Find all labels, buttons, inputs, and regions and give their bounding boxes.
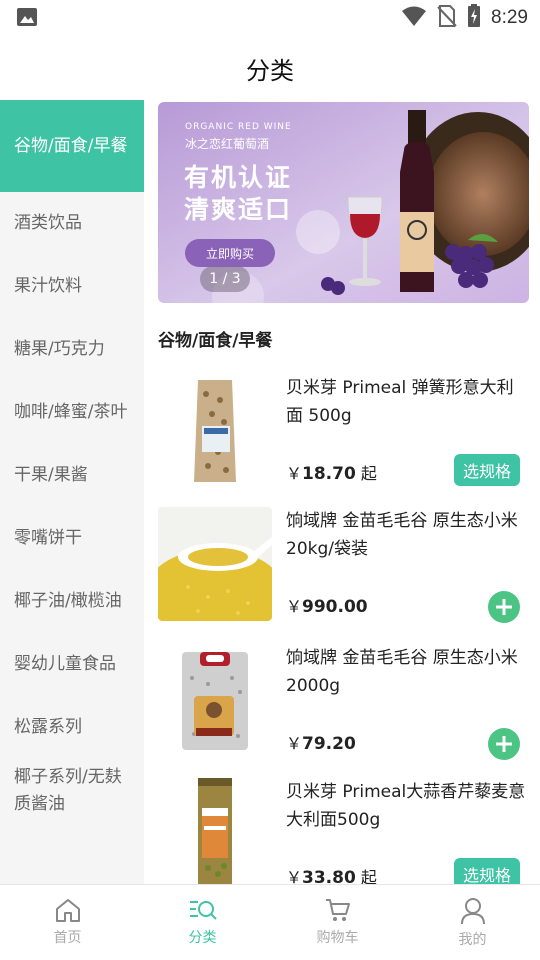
status-time: 8:29 <box>491 7 528 28</box>
sidebar-item-label: 谷物/面食/早餐 <box>14 135 128 156</box>
price-suffix: 起 <box>355 464 377 483</box>
product-item[interactable]: 饷域牌 金苗毛毛谷 原生态小米 2000g ￥79.20 <box>158 644 530 764</box>
sidebar-item-coconut[interactable]: 椰子系列/无麸质酱油 <box>0 759 144 822</box>
price-value: 79.20 <box>302 734 356 754</box>
product-item[interactable]: 饷域牌 金苗毛毛谷 原生态小米 20kg/袋装 ￥990.00 <box>158 507 530 627</box>
cart-icon <box>325 899 350 921</box>
status-bar: 8:29 <box>0 0 540 36</box>
banner-buy-now-button[interactable]: 立即购买 <box>185 239 275 267</box>
tab-label: 购物车 <box>316 930 359 946</box>
sidebar-item-cereal[interactable]: 谷物/面食/早餐 <box>0 100 144 192</box>
sidebar-item-label: 松露系列 <box>14 717 82 737</box>
tab-home[interactable]: 首页 <box>0 885 135 960</box>
product-price: ￥990.00 <box>286 593 368 617</box>
tab-cart[interactable]: 购物车 <box>270 885 405 960</box>
price-suffix: 起 <box>355 868 377 884</box>
banner-small-text-cn: 冰之恋红葡萄酒 <box>185 137 270 151</box>
product-item[interactable]: 贝米芽 Primeal大蒜香芹藜麦意大利面500g ￥33.80 起 选规格 <box>158 778 530 884</box>
sidebar-item-label: 椰子油/橄榄油 <box>14 591 122 611</box>
select-spec-button[interactable]: 选规格 <box>454 454 520 486</box>
plus-icon <box>496 599 512 615</box>
tab-category[interactable]: 分类 <box>135 885 270 960</box>
product-image[interactable] <box>158 778 272 884</box>
sidebar-item-oil[interactable]: 椰子油/橄榄油 <box>0 570 144 633</box>
sidebar-item-juice[interactable]: 果汁饮料 <box>0 255 144 318</box>
no-sim-icon <box>437 5 457 31</box>
sidebar-item-label: 糖果/巧克力 <box>14 339 105 359</box>
wifi-icon <box>401 5 427 31</box>
product-name[interactable]: 饷域牌 金苗毛毛谷 原生态小米 20kg/袋装 <box>286 507 526 563</box>
section-title: 谷物/面食/早餐 <box>158 331 273 351</box>
price-value: 990.00 <box>302 597 368 617</box>
tab-label: 分类 <box>188 930 217 946</box>
sidebar-item-truffle[interactable]: 松露系列 <box>0 696 144 759</box>
product-list-panel[interactable]: ORGANIC RED WINE 冰之恋红葡萄酒 有机认证 清爽适口 立即购买 … <box>144 100 540 884</box>
sidebar-item-label: 零嘴饼干 <box>14 528 82 548</box>
sidebar-item-label: 干果/果酱 <box>14 465 88 485</box>
add-to-cart-button[interactable] <box>488 591 520 623</box>
banner-headline-1: 有机认证 <box>184 163 293 192</box>
sidebar-item-label: 咖啡/蜂蜜/茶叶 <box>14 402 128 422</box>
product-image[interactable] <box>158 374 272 488</box>
sidebar-item-label: 果汁饮料 <box>14 276 82 296</box>
product-image[interactable] <box>158 507 272 621</box>
product-price: ￥18.70 起 <box>286 460 377 484</box>
price-currency: ￥ <box>286 464 303 483</box>
sidebar-item-snacks[interactable]: 零嘴饼干 <box>0 507 144 570</box>
product-name[interactable]: 贝米芽 Primeal大蒜香芹藜麦意大利面500g <box>286 778 526 834</box>
sidebar-item-coffee[interactable]: 咖啡/蜂蜜/茶叶 <box>0 381 144 444</box>
sidebar-item-label: 婴幼儿童食品 <box>14 654 116 674</box>
price-currency: ￥ <box>286 597 303 616</box>
product-name[interactable]: 饷域牌 金苗毛毛谷 原生态小米 2000g <box>286 644 526 700</box>
page-title: 分类 <box>246 56 294 85</box>
banner-headline-2: 清爽适口 <box>184 195 293 224</box>
bottom-tab-bar: 首页 分类 购物车 我的 <box>0 884 540 960</box>
user-icon <box>460 898 485 925</box>
price-value: 33.80 <box>302 868 356 884</box>
product-price: ￥33.80 起 <box>286 864 377 884</box>
home-icon <box>55 899 80 922</box>
promo-banner[interactable]: ORGANIC RED WINE 冰之恋红葡萄酒 有机认证 清爽适口 立即购买 … <box>158 102 529 303</box>
title-bar: 分类 <box>0 36 540 100</box>
sidebar-item-candy[interactable]: 糖果/巧克力 <box>0 318 144 381</box>
category-search-icon <box>189 901 217 920</box>
sidebar-item-label: 椰子系列/无麸质酱油 <box>14 766 122 814</box>
sidebar-item-nuts[interactable]: 干果/果酱 <box>0 444 144 507</box>
tab-label: 首页 <box>53 930 82 946</box>
sidebar-item-baby-food[interactable]: 婴幼儿童食品 <box>0 633 144 696</box>
product-image[interactable] <box>158 644 272 758</box>
product-item[interactable]: 贝米芽 Primeal 弹簧形意大利面 500g ￥18.70 起 选规格 <box>158 374 530 494</box>
product-name[interactable]: 贝米芽 Primeal 弹簧形意大利面 500g <box>286 374 526 430</box>
sidebar-item-wine[interactable]: 酒类饮品 <box>0 192 144 255</box>
sidebar-item-label: 酒类饮品 <box>14 213 82 233</box>
add-to-cart-button[interactable] <box>488 728 520 760</box>
banner-small-text-en: ORGANIC RED WINE <box>185 122 292 132</box>
tab-profile[interactable]: 我的 <box>405 885 540 960</box>
tab-label: 我的 <box>458 932 487 948</box>
price-currency: ￥ <box>286 734 303 753</box>
banner-pager: 1 / 3 <box>200 266 250 292</box>
gallery-notification-icon <box>16 7 38 27</box>
product-price: ￥79.20 <box>286 730 356 754</box>
select-spec-button[interactable]: 选规格 <box>454 858 520 884</box>
price-value: 18.70 <box>302 464 356 484</box>
battery-charging-icon <box>467 4 481 32</box>
category-sidebar[interactable]: 谷物/面食/早餐 酒类饮品 果汁饮料 糖果/巧克力 咖啡/蜂蜜/茶叶 干果/果酱… <box>0 100 144 884</box>
plus-icon <box>496 736 512 752</box>
price-currency: ￥ <box>286 868 303 884</box>
